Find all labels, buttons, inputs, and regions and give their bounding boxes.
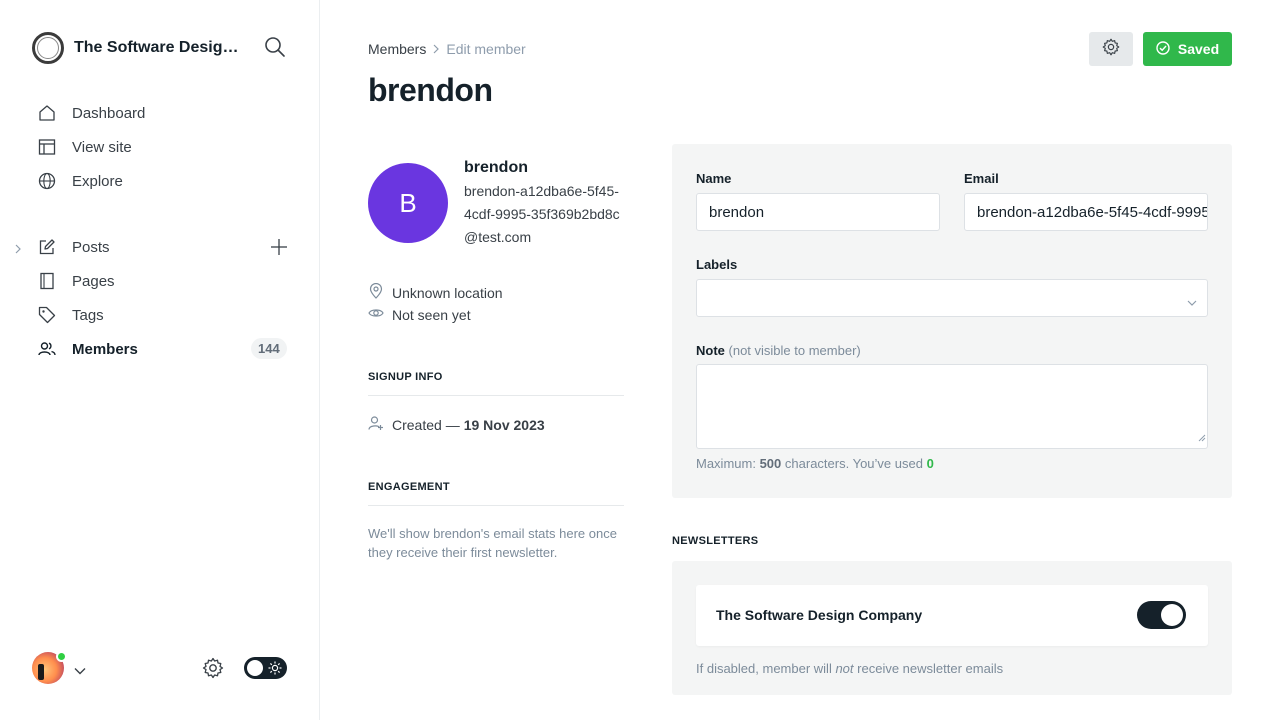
- name-input[interactable]: brendon: [696, 193, 940, 231]
- newsletter-name: The Software Design Company: [716, 607, 923, 623]
- sidebar-item-members[interactable]: Members 144: [0, 332, 320, 366]
- toggle-knob: [1161, 604, 1183, 626]
- breadcrumb-current: Edit member: [446, 41, 526, 57]
- sidebar-item-tags[interactable]: Tags: [0, 298, 320, 332]
- search-icon[interactable]: [264, 36, 290, 62]
- save-button-label: Saved: [1177, 41, 1220, 57]
- resize-handle-icon[interactable]: [1198, 429, 1206, 447]
- note-character-count: Maximum: 500 characters. You’ve used 0: [696, 456, 934, 471]
- max-prefix: Maximum:: [696, 456, 756, 471]
- sidebar-item-explore[interactable]: Explore: [0, 164, 320, 198]
- home-icon: [38, 104, 56, 122]
- sidebar-item-label: Members: [72, 340, 138, 358]
- location-text: Unknown location: [392, 284, 503, 301]
- member-settings-button[interactable]: [1089, 32, 1133, 66]
- page-title: brendon: [368, 72, 493, 108]
- sidebar: The Software Design Company Dashboard Vi…: [0, 0, 320, 720]
- primary-nav: Dashboard View site Explore: [0, 96, 320, 198]
- breadcrumb: Members Edit member: [368, 41, 526, 57]
- location-pin-icon: [368, 282, 392, 302]
- note-textarea[interactable]: [696, 364, 1208, 449]
- sidebar-item-label: Explore: [72, 172, 123, 190]
- member-location: Unknown location: [368, 282, 503, 302]
- note-after: receive newsletter emails: [857, 661, 1004, 676]
- pages-icon: [38, 272, 56, 290]
- newsletter-row: The Software Design Company: [696, 585, 1208, 646]
- sidebar-item-label: Dashboard: [72, 104, 146, 122]
- sidebar-item-label: Tags: [72, 306, 104, 324]
- members-count-badge: 144: [251, 338, 287, 359]
- created-date: 19 Nov 2023: [463, 416, 545, 433]
- note-before: If disabled, member will: [696, 661, 832, 676]
- newsletter-subscription-toggle[interactable]: [1137, 601, 1186, 629]
- note-label-text: Note: [696, 343, 725, 358]
- site-title: The Software Design Company: [74, 39, 246, 56]
- chevron-right-icon: [432, 44, 440, 54]
- gear-icon: [1102, 38, 1120, 61]
- max-mid: characters. You’ve used: [784, 456, 923, 471]
- breadcrumb-members-link[interactable]: Members: [368, 41, 426, 57]
- check-circle-icon: [1156, 40, 1178, 58]
- email-label: Email: [964, 171, 999, 186]
- member-avatar: B: [368, 163, 448, 243]
- gear-icon[interactable]: [202, 657, 224, 684]
- note-emphasis: not: [835, 661, 854, 676]
- content-nav: Posts Pages Tags Members 144: [0, 230, 320, 366]
- sidebar-item-label: View site: [72, 138, 132, 156]
- online-status-dot: [56, 651, 67, 662]
- sidebar-item-label: Pages: [72, 272, 115, 290]
- newsletter-note: If disabled, member will not receive new…: [696, 661, 1003, 676]
- eye-icon: [368, 305, 392, 324]
- member-email: brendon-a12dba6e-5f45-4cdf-9995-35f369b2…: [464, 183, 620, 245]
- pencil-icon: [38, 238, 56, 256]
- labels-label: Labels: [696, 257, 738, 272]
- max-count: 500: [759, 456, 782, 471]
- name-label: Name: [696, 171, 732, 186]
- chevron-down-icon[interactable]: [74, 662, 86, 680]
- user-add-icon: [368, 415, 392, 434]
- sidebar-item-view-site[interactable]: View site: [0, 130, 320, 164]
- member-last-seen: Not seen yet: [368, 305, 471, 324]
- engagement-heading: ENGAGEMENT: [368, 481, 624, 506]
- newsletters-heading: NEWSLETTERS: [672, 535, 759, 547]
- site-logo: [32, 32, 64, 64]
- used-count: 0: [926, 456, 934, 471]
- signup-created: Created — 19 Nov 2023: [368, 415, 545, 434]
- members-icon: [38, 340, 56, 358]
- sidebar-item-dashboard[interactable]: Dashboard: [0, 96, 320, 130]
- theme-toggle[interactable]: [244, 657, 287, 679]
- engagement-text: We'll show brendon's email stats here on…: [368, 526, 617, 560]
- chevron-down-icon: [1187, 294, 1197, 311]
- brand[interactable]: The Software Design Company: [32, 32, 246, 64]
- tag-icon: [38, 306, 56, 324]
- save-button[interactable]: Saved: [1143, 32, 1232, 66]
- signup-info-heading: SIGNUP INFO: [368, 371, 624, 396]
- chevron-right-icon[interactable]: [14, 241, 22, 258]
- sun-icon: [268, 661, 282, 680]
- globe-icon: [38, 172, 56, 190]
- created-label: Created —: [392, 416, 460, 433]
- last-seen-text: Not seen yet: [392, 306, 471, 323]
- labels-select[interactable]: [696, 279, 1208, 317]
- add-post-icon[interactable]: [269, 237, 289, 261]
- note-label: Note (not visible to member): [696, 343, 861, 358]
- email-input[interactable]: brendon-a12dba6e-5f45-4cdf-9995-35f369b2…: [964, 193, 1208, 231]
- note-hint: (not visible to member): [728, 343, 861, 358]
- layout-icon: [38, 138, 56, 156]
- sidebar-item-posts[interactable]: Posts: [0, 230, 320, 264]
- sidebar-item-label: Posts: [72, 238, 110, 256]
- sidebar-item-pages[interactable]: Pages: [0, 264, 320, 298]
- member-name: brendon: [464, 159, 528, 176]
- toggle-knob: [247, 660, 263, 676]
